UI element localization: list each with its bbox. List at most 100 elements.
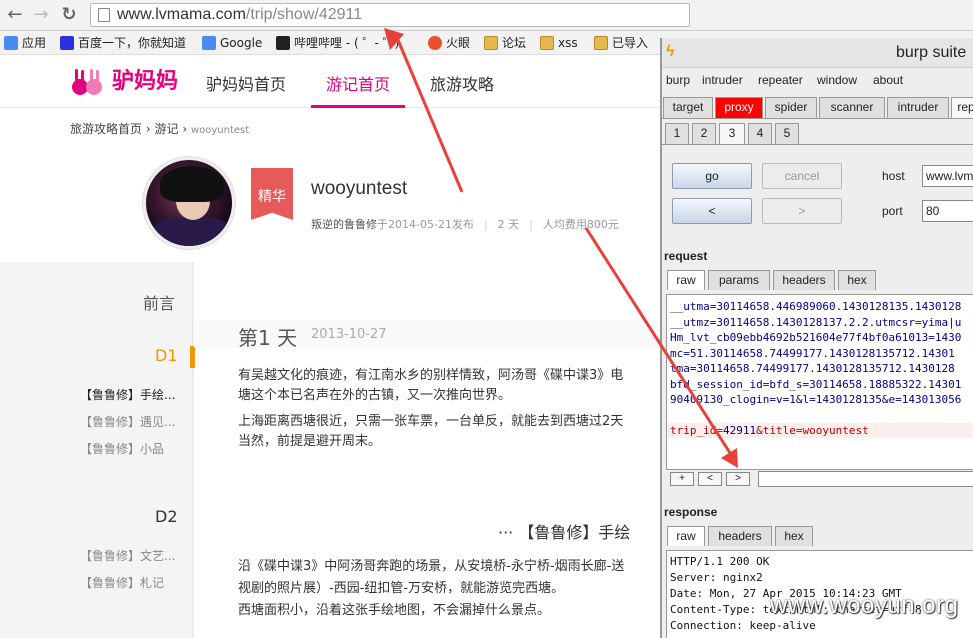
back-arrow-icon[interactable]: ←: [4, 4, 26, 26]
request-editor[interactable]: __utma=30114658.446989060.1430128135.143…: [666, 294, 973, 470]
watermark: www.wooyun.org: [770, 592, 959, 619]
bookmark-0[interactable]: 应用: [2, 34, 46, 52]
bookmark-4[interactable]: 火眼: [426, 34, 470, 52]
tab-proxy[interactable]: proxy: [715, 97, 763, 118]
paragraph-line: 塘这个本已名声在外的古镇，又一次推向世界。: [238, 388, 512, 403]
site-logo[interactable]: 驴妈妈: [70, 65, 178, 99]
preface-link[interactable]: 前言: [143, 290, 175, 314]
folder-icon: [594, 36, 608, 50]
request-body-key: trip_id=: [670, 423, 723, 437]
day1-item-encounter[interactable]: 【鲁鲁修】遇见...: [80, 413, 180, 430]
tab-repeater[interactable]: rep: [951, 97, 973, 118]
bilibili-icon: [276, 36, 290, 50]
request-tab-headers[interactable]: headers: [773, 270, 835, 290]
url-path: /trip/show/42911: [245, 6, 363, 23]
folder-icon: [540, 36, 554, 50]
request-tab-params[interactable]: params: [708, 270, 770, 290]
publish-date: 于2014-05-21发布: [377, 218, 474, 231]
request-line: tma=30114658.74499177.1430128135712.1430…: [670, 362, 955, 375]
day1-item-sketch[interactable]: 【鲁鲁修】小品: [80, 440, 180, 457]
request-body-rest: &title=wooyuntest: [756, 423, 869, 437]
port-field[interactable]: 80: [922, 200, 973, 222]
bookmark-label: 百度一下，你就知道: [78, 36, 187, 50]
featured-badge: 精华: [251, 168, 293, 220]
address-bar[interactable]: www.lvmama.com/trip/show/42911: [90, 3, 690, 27]
bookmark-6[interactable]: xss: [538, 34, 578, 52]
repeater-tab-1[interactable]: 1: [665, 123, 689, 144]
tab-target[interactable]: target: [663, 97, 713, 118]
bookmark-label: xss: [558, 36, 578, 50]
menu-intruder[interactable]: intruder: [702, 73, 743, 87]
paragraph-line: 视剧的照片展）-西园-纽扣管-万安桥，就能游览完西塘。: [238, 581, 565, 596]
menu-repeater[interactable]: repeater: [758, 73, 803, 87]
response-tab-headers[interactable]: headers: [708, 526, 772, 546]
nav-active-underline: [311, 105, 405, 108]
repeater-tab-3[interactable]: 3: [719, 123, 745, 144]
burp-window-title: burp suite: [896, 44, 967, 61]
breadcrumb-separator: ›: [145, 122, 151, 136]
apps-icon: [4, 36, 18, 50]
bookmark-label: 应用: [22, 36, 47, 50]
host-label: host: [882, 169, 905, 183]
tab-intruder[interactable]: intruder: [887, 97, 949, 118]
forward-button[interactable]: >: [762, 198, 842, 224]
day2-item-notes[interactable]: 【鲁鲁修】札记: [80, 574, 180, 591]
avg-cost: 人均费用800元: [542, 218, 619, 231]
featured-badge-label: 精华: [258, 189, 286, 205]
menu-window[interactable]: window: [817, 73, 857, 87]
bookmark-2[interactable]: Google: [200, 34, 262, 52]
request-tab-hex[interactable]: hex: [838, 270, 876, 290]
reload-icon[interactable]: ↻: [58, 4, 80, 26]
response-tab-raw[interactable]: raw: [667, 526, 705, 546]
nav-home[interactable]: 驴妈妈首页: [206, 71, 286, 95]
request-prev-button[interactable]: <: [698, 472, 722, 486]
back-button[interactable]: <: [672, 198, 752, 224]
fireeye-icon: [428, 36, 442, 50]
breadcrumb-travelogue[interactable]: 游记: [154, 122, 178, 136]
tab-scanner[interactable]: scanner: [819, 97, 885, 118]
bookmark-1[interactable]: 百度一下，你就知道: [58, 34, 186, 52]
trip-meta: 叛逆的鲁鲁修于2014-05-21发布 | 2 天 | 人均费用800元: [311, 218, 619, 231]
bookmark-7[interactable]: 已导入: [592, 34, 648, 52]
author-link[interactable]: 叛逆的鲁鲁修: [311, 218, 377, 231]
url-host: www.lvmama.com: [117, 6, 246, 23]
menu-about[interactable]: about: [873, 73, 903, 87]
menu-burp[interactable]: burp: [666, 73, 690, 87]
day1-link[interactable]: D1: [155, 346, 178, 365]
response-tab-hex[interactable]: hex: [775, 526, 813, 546]
section-heading: ··· 【鲁鲁修】手绘: [498, 523, 631, 542]
repeater-tab-2[interactable]: 2: [692, 123, 716, 144]
repeater-tab-5[interactable]: 5: [775, 123, 799, 144]
day1-item-handdrawn[interactable]: 【鲁鲁修】手绘...: [80, 386, 180, 403]
bookmark-5[interactable]: 论坛: [482, 34, 526, 52]
forward-arrow-icon[interactable]: →: [30, 4, 52, 26]
nav-travelogue-home[interactable]: 游记首页: [326, 71, 390, 95]
request-add-button[interactable]: +: [670, 472, 694, 486]
nav-guides[interactable]: 旅游攻略: [430, 71, 494, 95]
paragraph-line: 西塘面积小，沿着这张手绘地图，不会漏掉什么景点。: [238, 603, 551, 618]
response-line: Connection: keep-alive: [670, 619, 816, 632]
repeater-tab-4[interactable]: 4: [748, 123, 772, 144]
bookmark-3[interactable]: 哔哩哔哩 - ( ゜- ゜): [274, 34, 399, 52]
paragraph-line: 沿《碟中谍3》中阿汤哥奔跑的场景，从安境桥-永宁桥-烟雨长廊-送: [238, 559, 625, 574]
burp-menu-bar: burp intruder repeater window about: [662, 69, 973, 91]
go-button[interactable]: go: [672, 163, 752, 189]
paragraph-line: 有吴越文化的痕迹，有江南水乡的别样情致，阿汤哥《碟中谍3》电: [238, 368, 624, 383]
paragraph-line: 上海距离西塘很近，只需一张车票，一台单反，就能去到西塘过2天: [238, 414, 624, 429]
request-tab-raw[interactable]: raw: [667, 270, 705, 290]
breadcrumb-guides-home[interactable]: 旅游攻略首页: [70, 122, 142, 136]
burp-title-bar: ϟ burp suite: [662, 38, 973, 68]
request-line: 90409130_clogin=v=1&l=1430128135&e=14301…: [670, 393, 962, 406]
cancel-button[interactable]: cancel: [762, 163, 842, 189]
day2-link[interactable]: D2: [155, 507, 178, 526]
donkey-logo-icon: [72, 69, 102, 95]
request-next-button[interactable]: >: [726, 472, 750, 486]
request-search-field[interactable]: [758, 471, 973, 487]
host-field[interactable]: www.lvm: [922, 165, 973, 187]
author-avatar[interactable]: [143, 157, 235, 249]
bookmark-label: 已导入: [612, 36, 649, 50]
response-heading: response: [664, 505, 718, 519]
response-line: Server: nginx2: [670, 571, 763, 584]
tab-spider[interactable]: spider: [765, 97, 817, 118]
day2-item-literary[interactable]: 【鲁鲁修】文艺...: [80, 547, 180, 564]
